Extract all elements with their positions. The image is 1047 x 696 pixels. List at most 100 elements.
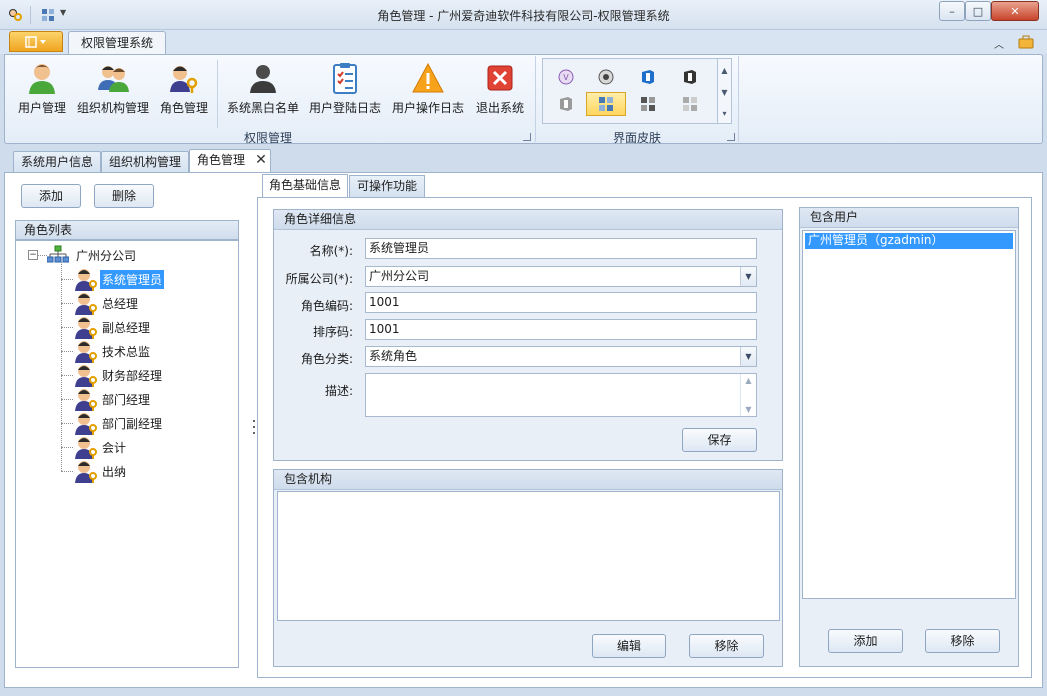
skin-option-5[interactable]: [546, 92, 586, 116]
user-icon: [26, 62, 58, 94]
user-management-button[interactable]: 用户管理: [14, 58, 70, 116]
code-label: 角色编码:: [300, 299, 353, 313]
list-item[interactable]: 广州管理员（gzadmin）: [805, 233, 1013, 249]
gallery-more-button[interactable]: ▾: [717, 103, 731, 123]
group-dialog-launcher-icon[interactable]: [523, 133, 531, 141]
skin-option-1[interactable]: V: [546, 65, 586, 89]
remove-user-button[interactable]: 移除: [925, 629, 1000, 653]
tree-node-role[interactable]: 总经理: [74, 291, 140, 315]
blacklist-button[interactable]: 系统黑白名单: [225, 58, 301, 116]
skin-option-2[interactable]: [586, 65, 626, 89]
delete-role-button[interactable]: 删除: [94, 184, 154, 208]
role-key-icon: [74, 435, 98, 459]
skin-dialog-launcher-icon[interactable]: [727, 133, 735, 141]
tree-node-root[interactable]: 广州分公司: [46, 243, 138, 267]
gallery-scroll-up[interactable]: ▲: [717, 59, 731, 81]
doc-tab-close-icon[interactable]: ✕: [253, 150, 269, 170]
skin-option-8[interactable]: [670, 92, 710, 116]
tree-node-role[interactable]: 技术总监: [74, 339, 152, 363]
save-button[interactable]: 保存: [682, 428, 757, 452]
tree-node-role[interactable]: 部门经理: [74, 387, 152, 411]
warning-icon: [412, 62, 444, 94]
scroll-down-icon[interactable]: ▼: [745, 405, 751, 414]
login-log-button[interactable]: 用户登陆日志: [307, 58, 383, 116]
organization-management-button[interactable]: 组织机构管理: [74, 58, 152, 116]
checklist-icon: [329, 62, 361, 94]
ribbon-group-label: 权限管理: [243, 131, 292, 145]
tree-line: [61, 303, 73, 304]
description-label: 描述:: [324, 384, 353, 398]
name-label: 名称(*):: [309, 244, 353, 258]
tree-line: [61, 471, 73, 472]
category-select-value: 系统角色: [369, 349, 418, 363]
tree-node-root-label: 广州分公司: [76, 248, 137, 263]
company-select[interactable]: 广州分公司 ▼: [365, 266, 757, 287]
skin-option-3[interactable]: [628, 65, 668, 89]
tree-node-role-label: 部门副经理: [102, 416, 163, 431]
add-user-button[interactable]: 添加: [828, 629, 903, 653]
ribbon-tab-permission-system[interactable]: 权限管理系统: [68, 31, 166, 55]
company-dropdown-icon[interactable]: ▼: [740, 267, 756, 286]
description-textarea[interactable]: ▲ ▼: [365, 373, 757, 417]
tree-node-role[interactable]: 出纳: [74, 459, 128, 483]
maximize-button[interactable]: □: [965, 1, 991, 21]
tree-line: [61, 399, 73, 400]
category-select[interactable]: 系统角色 ▼: [365, 346, 757, 367]
included-orgs-header: 包含机构: [274, 470, 782, 490]
sort-code-input[interactable]: 1001: [365, 319, 757, 340]
doc-tab-organization[interactable]: 组织机构管理: [101, 151, 189, 173]
company-label: 所属公司(*):: [285, 272, 353, 286]
tree-node-role[interactable]: 财务部经理: [74, 363, 164, 387]
role-code-input[interactable]: 1001: [365, 292, 757, 313]
tree-node-role[interactable]: 系统管理员: [74, 267, 165, 291]
tree-line: [37, 255, 47, 256]
tab-role-basic-info[interactable]: 角色基础信息: [262, 174, 348, 198]
ribbon-collapse-icon[interactable]: ︿: [994, 36, 1004, 51]
tree-node-role[interactable]: 会计: [74, 435, 128, 459]
tree-collapse-toggle[interactable]: −: [28, 250, 38, 260]
minimize-button[interactable]: –: [939, 1, 965, 21]
role-key-icon: [168, 62, 200, 94]
svg-text:V: V: [563, 73, 569, 82]
included-users-list[interactable]: 广州管理员（gzadmin）: [802, 230, 1016, 599]
role-name-input[interactable]: 系统管理员: [365, 238, 757, 259]
doc-tab-system-users[interactable]: 系统用户信息: [13, 151, 101, 173]
role-key-icon: [74, 363, 98, 387]
application-menu-button[interactable]: [9, 31, 63, 52]
role-key-icon: [74, 387, 98, 411]
close-button[interactable]: ✕: [991, 1, 1039, 21]
tree-node-role-label: 出纳: [102, 464, 127, 479]
operation-log-button[interactable]: 用户操作日志: [390, 58, 466, 116]
scroll-up-icon[interactable]: ▲: [745, 376, 751, 385]
role-key-icon: [74, 267, 98, 291]
exit-system-button[interactable]: 退出系统: [472, 58, 528, 116]
tree-node-role[interactable]: 部门副经理: [74, 411, 164, 435]
ribbon-group-separator-2: [738, 56, 739, 142]
splitter-handle[interactable]: [252, 420, 256, 434]
included-orgs-list[interactable]: [277, 491, 780, 621]
add-role-button[interactable]: 添加: [21, 184, 81, 208]
window-title: 角色管理 - 广州爱奇迪软件科技有限公司-权限管理系统: [377, 9, 670, 23]
role-management-button[interactable]: 角色管理: [157, 58, 211, 116]
description-scrollbar[interactable]: ▲ ▼: [740, 374, 756, 416]
role-key-icon: [74, 291, 98, 315]
category-dropdown-icon[interactable]: ▼: [740, 347, 756, 366]
skin-option-4[interactable]: [670, 65, 710, 89]
skin-option-7[interactable]: [628, 92, 668, 116]
edit-orgs-button[interactable]: 编辑: [592, 634, 666, 658]
exit-icon: [484, 62, 516, 94]
remove-orgs-button[interactable]: 移除: [689, 634, 764, 658]
role-list-header: 角色列表: [15, 220, 239, 240]
sort-label: 排序码:: [312, 325, 353, 339]
skin-option-6-selected[interactable]: [586, 92, 626, 116]
role-key-icon: [74, 315, 98, 339]
organization-icon: [97, 62, 129, 94]
category-label: 角色分类:: [300, 352, 353, 366]
tab-operable-functions[interactable]: 可操作功能: [349, 175, 425, 197]
gallery-scroll-down[interactable]: ▼: [717, 81, 731, 103]
tree-node-role-label: 财务部经理: [102, 368, 163, 383]
briefcase-icon[interactable]: [1018, 35, 1034, 52]
tree-node-role[interactable]: 副总经理: [74, 315, 152, 339]
organization-tree-icon: [46, 245, 70, 265]
window-bottom-frame: [0, 688, 1047, 696]
